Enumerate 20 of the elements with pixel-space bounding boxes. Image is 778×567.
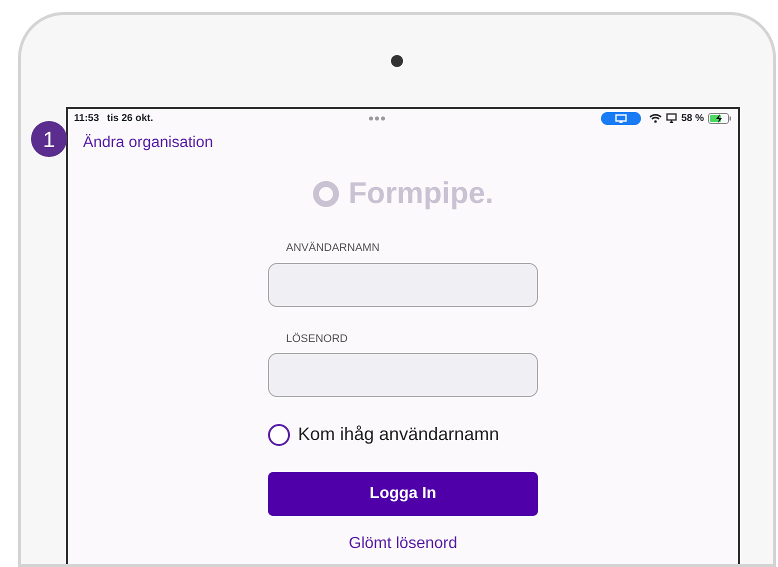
input-field[interactable] — [268, 262, 538, 306]
field-label: ANVÄNDARNAMN — [285, 240, 381, 256]
battery-charging-icon — [708, 112, 732, 124]
status-date: tis 26 okt. — [107, 112, 154, 126]
battery-percent: 58 % — [681, 112, 704, 126]
login-button[interactable]: Logga In — [268, 472, 538, 516]
wifi-icon — [649, 113, 662, 123]
multitask-dots-icon — [368, 116, 386, 120]
field-label: LÖSENORD — [285, 332, 349, 346]
airplay-icon — [666, 113, 678, 123]
camera-icon — [391, 55, 403, 67]
forgot-password-link[interactable]: Glömt lösenord — [348, 535, 458, 552]
input-field[interactable] — [268, 353, 538, 397]
remember-radio[interactable] — [268, 424, 290, 446]
remember-label: Kom ihåg användarnamn — [298, 423, 500, 446]
change-organisation-link[interactable]: Ändra organisation — [68, 131, 214, 154]
step-number-marker: 1 — [31, 121, 67, 157]
screen-mirroring-indicator — [601, 112, 642, 124]
status-time: 11:53 — [74, 112, 100, 126]
ring-logo-icon — [312, 180, 340, 208]
